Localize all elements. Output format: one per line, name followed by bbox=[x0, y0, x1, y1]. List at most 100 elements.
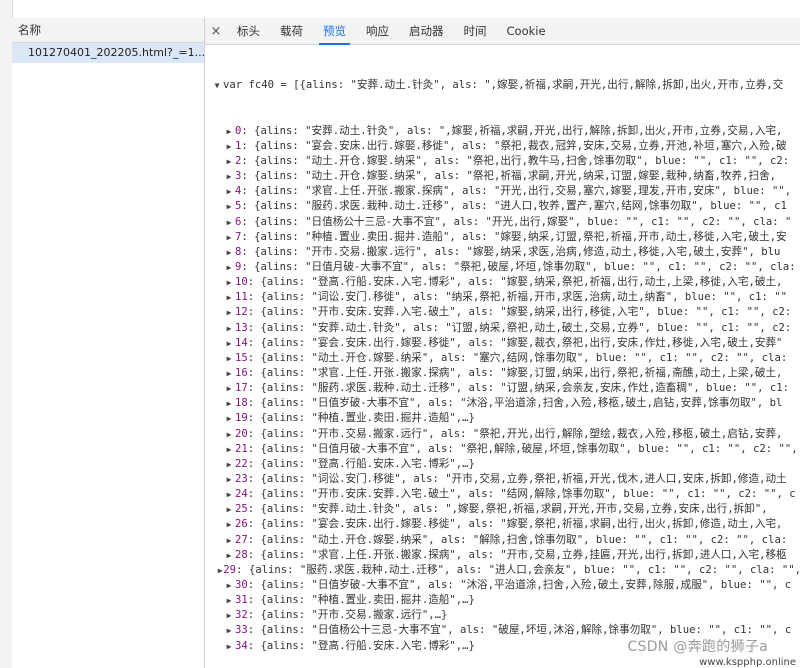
tree-item-row[interactable]: ▶ 14: {alins: "宴会.安床.出行.嫁娶.移徙", als: "嫁娶,… bbox=[211, 336, 800, 351]
collapsed-triangle-icon[interactable]: ▶ bbox=[223, 199, 235, 214]
collapsed-triangle-icon[interactable]: ▶ bbox=[223, 548, 235, 563]
item-index: 25 bbox=[235, 503, 248, 516]
tree-item-row[interactable]: ▶ 13: {alins: "安葬.动土.针灸", als: "订盟,纳采,祭祀,… bbox=[211, 321, 800, 336]
tree-item-row[interactable]: ▶ 28: {alins: "求官.上任.开张.搬家.探病", als: "开市,… bbox=[211, 548, 800, 563]
tab-response[interactable]: 响应 bbox=[356, 18, 399, 44]
index-separator: : bbox=[247, 291, 261, 304]
tree-item-row[interactable]: ▶ 25: {alins: "安葬.动土.针灸", als: ",嫁娶,祭祀,祈福… bbox=[211, 502, 800, 517]
tab-payload[interactable]: 载荷 bbox=[270, 18, 313, 44]
collapsed-triangle-icon[interactable]: ▶ bbox=[223, 381, 235, 396]
collapsed-triangle-icon[interactable]: ▶ bbox=[223, 578, 235, 593]
tree-item-row[interactable]: ▶ 17: {alins: "服药.求医.栽种.动土.迁移", als: "订盟,… bbox=[211, 381, 800, 396]
tree-root-line[interactable]: ▼ var fc40 = [{alins: "安葬.动土.针灸", als: "… bbox=[211, 78, 800, 93]
collapsed-triangle-icon[interactable]: ▶ bbox=[223, 305, 235, 320]
tree-item-row[interactable]: ▶ 3: {alins: "动土.开仓.嫁娶.纳采", als: "祭祀,祈福,求… bbox=[211, 169, 800, 184]
collapsed-triangle-icon[interactable]: ▶ bbox=[223, 336, 235, 351]
tree-item-row[interactable]: ▶ 9: {alins: "日值月破-大事不宜", als: "祭祀,破屋,坏垣,… bbox=[211, 260, 800, 275]
request-list-panel: 名称 101270401_202205.html?_=1... bbox=[12, 18, 205, 668]
tree-item-row[interactable]: ▶ 18: {alins: "日值岁破-大事不宜", als: "沐浴,平治道涂,… bbox=[211, 396, 800, 411]
tree-item-row[interactable]: ▶ 29: {alins: "服药.求医.栽种.动土.迁移", als: "进人口… bbox=[211, 563, 800, 578]
tree-item-row[interactable]: ▶ 30: {alins: "日值岁破-大事不宜", als: "沐浴,平治道涂,… bbox=[211, 578, 800, 593]
tree-item-row[interactable]: ▶ 0: {alins: "安葬.动土.针灸", als: ",嫁娶,祈福,求嗣,… bbox=[211, 124, 800, 139]
name-column-header[interactable]: 名称 bbox=[12, 18, 204, 43]
request-row[interactable]: 101270401_202205.html?_=1... bbox=[12, 43, 204, 63]
collapsed-triangle-icon[interactable]: ▶ bbox=[223, 608, 235, 623]
collapsed-triangle-icon[interactable]: ▶ bbox=[223, 487, 235, 502]
tree-item-row[interactable]: ▶ 27: {alins: "动土.开仓.嫁娶.纳采", als: "解除,扫舍,… bbox=[211, 533, 800, 548]
collapsed-triangle-icon[interactable]: ▶ bbox=[223, 245, 235, 260]
collapsed-triangle-icon[interactable]: ▶ bbox=[223, 184, 235, 199]
tab-initiator[interactable]: 启动器 bbox=[399, 18, 454, 44]
tree-item-row[interactable]: ▶ 15: {alins: "动土.开仓.嫁娶.纳采", als: "塞穴,结网,… bbox=[211, 351, 800, 366]
tree-item-row[interactable]: ▶ 26: {alins: "宴会.安床.出行.嫁娶.移徙", als: "嫁娶,… bbox=[211, 517, 800, 532]
tree-item-row[interactable]: ▶ 24: {alins: "开市.安床.安葬.入宅.破土", als: "结网,… bbox=[211, 487, 800, 502]
collapsed-triangle-icon[interactable]: ▶ bbox=[223, 215, 235, 230]
index-separator: : bbox=[247, 442, 261, 455]
item-index: 17 bbox=[235, 382, 248, 395]
collapsed-triangle-icon[interactable]: ▶ bbox=[223, 139, 235, 154]
index-separator: : bbox=[247, 397, 261, 410]
tree-item-row[interactable]: ▶ 7: {alins: "种植.置业.卖田.掘井.造船", als: "嫁娶,纳… bbox=[211, 230, 800, 245]
item-text: {alins: "求官.上任.开张.搬家.探病", als: "开光,出行,交易… bbox=[254, 185, 792, 198]
collapsed-triangle-icon[interactable]: ▶ bbox=[223, 517, 235, 532]
expanded-triangle-icon[interactable]: ▼ bbox=[211, 78, 223, 93]
tree-item-row[interactable]: ▶ 23: {alins: "词讼.安门.移徙", als: "开市,交易,立券,… bbox=[211, 472, 800, 487]
collapsed-triangle-icon[interactable]: ▶ bbox=[223, 623, 235, 638]
index-separator: : bbox=[247, 473, 261, 485]
item-index: 15 bbox=[235, 351, 248, 364]
close-icon[interactable]: × bbox=[205, 18, 227, 44]
collapsed-triangle-icon[interactable]: ▶ bbox=[223, 411, 235, 426]
collapsed-triangle-icon[interactable]: ▶ bbox=[223, 442, 235, 457]
collapsed-triangle-icon[interactable]: ▶ bbox=[223, 351, 235, 366]
item-text: {alins: "日值岁破-大事不宜", als: "沐浴,平治道涂,扫舍,入殓… bbox=[260, 578, 792, 591]
tree-item-row[interactable]: ▶ 22: {alins: "登高.行船.安床.入宅.博彩",…} bbox=[211, 457, 800, 472]
index-separator: : bbox=[247, 624, 261, 637]
tree-item-row[interactable]: ▶ 12: {alins: "开市.安床.安葬.入宅.破土", als: "嫁娶,… bbox=[211, 305, 800, 320]
item-text: {alins: "动土.开仓.嫁娶.纳采", als: "解除,扫舍,馀事勿取"… bbox=[260, 533, 788, 546]
tab-cookie[interactable]: Cookie bbox=[497, 18, 556, 44]
collapsed-triangle-icon[interactable]: ▶ bbox=[223, 457, 235, 472]
tree-item-row[interactable]: ▶ 20: {alins: "开市.交易.搬家.远行", als: "祭祀,开光,… bbox=[211, 427, 800, 442]
collapsed-triangle-icon[interactable]: ▶ bbox=[223, 230, 235, 245]
item-index: 13 bbox=[235, 321, 248, 334]
collapsed-triangle-icon[interactable]: ▶ bbox=[223, 260, 235, 275]
collapsed-triangle-icon[interactable]: ▶ bbox=[223, 593, 235, 608]
tree-item-row[interactable]: ▶ 2: {alins: "动土.开仓.嫁娶.纳采", als: "祭祀,出行,教… bbox=[211, 154, 800, 169]
item-text: {alins: "种植.置业.卖田.掘井.造船", als: "嫁娶,纳采,订盟… bbox=[254, 230, 787, 243]
collapsed-triangle-icon[interactable]: ▶ bbox=[223, 169, 235, 184]
tab-headers[interactable]: 标头 bbox=[227, 18, 270, 44]
collapsed-triangle-icon[interactable]: ▶ bbox=[223, 275, 235, 290]
index-separator: : bbox=[247, 503, 261, 516]
request-file-name: 101270401_202205.html?_=1... bbox=[28, 46, 204, 59]
tree-item-row[interactable]: ▶ 19: {alins: "种植.置业.卖田.掘井.造船",…} bbox=[211, 411, 800, 426]
tab-preview[interactable]: 预览 bbox=[313, 18, 356, 45]
tree-item-row[interactable]: ▶ 1: {alins: "宴会.安床.出行.嫁娶.移徙", als: "祭祀,裁… bbox=[211, 139, 800, 154]
collapsed-triangle-icon[interactable]: ▶ bbox=[223, 154, 235, 169]
collapsed-triangle-icon[interactable]: ▶ bbox=[223, 366, 235, 381]
tree-item-row[interactable]: ▶ 11: {alins: "词讼.安门.移徙", als: "纳采,祭祀,祈福,… bbox=[211, 290, 800, 305]
collapsed-triangle-icon[interactable]: ▶ bbox=[223, 427, 235, 442]
tab-timing[interactable]: 时间 bbox=[454, 18, 497, 44]
tree-item-row[interactable]: ▶ 10: {alins: "登高.行船.安床.入宅.博彩", als: "嫁娶,… bbox=[211, 275, 800, 290]
collapsed-triangle-icon[interactable]: ▶ bbox=[223, 124, 235, 139]
tree-item-row[interactable]: ▶ 21: {alins: "日值月破-大事不宜", als: "祭祀,解除,破屋… bbox=[211, 442, 800, 457]
collapsed-triangle-icon[interactable]: ▶ bbox=[223, 533, 235, 548]
collapsed-triangle-icon[interactable]: ▶ bbox=[223, 396, 235, 411]
collapsed-triangle-icon[interactable]: ▶ bbox=[223, 502, 235, 517]
tree-item-row[interactable]: ▶ 6: {alins: "日值杨公十三忌-大事不宜", als: "开光,出行,… bbox=[211, 215, 800, 230]
collapsed-triangle-icon[interactable]: ▶ bbox=[223, 639, 235, 654]
item-text: {alins: "日值岁破-大事不宜", als: "沐浴,平治道涂,扫舍,入殓… bbox=[260, 397, 783, 410]
tree-item-row[interactable]: ▶ 4: {alins: "求官.上任.开张.搬家.探病", als: "开光,出… bbox=[211, 184, 800, 199]
tree-item-row[interactable]: ▶ 32: {alins: "开市.交易.搬家.远行",…} bbox=[211, 608, 800, 623]
collapsed-triangle-icon[interactable]: ▶ bbox=[223, 290, 235, 305]
item-text: {alins: "动土.开仓.嫁娶.纳采", als: "祭祀,祈福,求嗣,开光… bbox=[254, 170, 777, 183]
item-index: 24 bbox=[235, 488, 248, 501]
collapsed-triangle-icon[interactable]: ▶ bbox=[223, 472, 235, 487]
item-text: {alins: "求官.上任.开张.搬家.探病", als: "开市,交易,立券… bbox=[260, 548, 787, 561]
item-index: 26 bbox=[235, 518, 248, 531]
collapsed-triangle-icon[interactable]: ▶ bbox=[223, 321, 235, 336]
tree-item-row[interactable]: ▶ 16: {alins: "求官.上任.开张.搬家.探病", als: "嫁娶,… bbox=[211, 366, 800, 381]
tree-item-row[interactable]: ▶ 8: {alins: "开市.交易.搬家.远行", als: "嫁娶,纳采,求… bbox=[211, 245, 800, 260]
tree-item-row[interactable]: ▶ 31: {alins: "种植.置业.卖田.掘井.造船",…} bbox=[211, 593, 800, 608]
tree-item-row[interactable]: ▶ 5: {alins: "服药.求医.栽种.动土.迁移", als: "进人口,… bbox=[211, 199, 800, 214]
